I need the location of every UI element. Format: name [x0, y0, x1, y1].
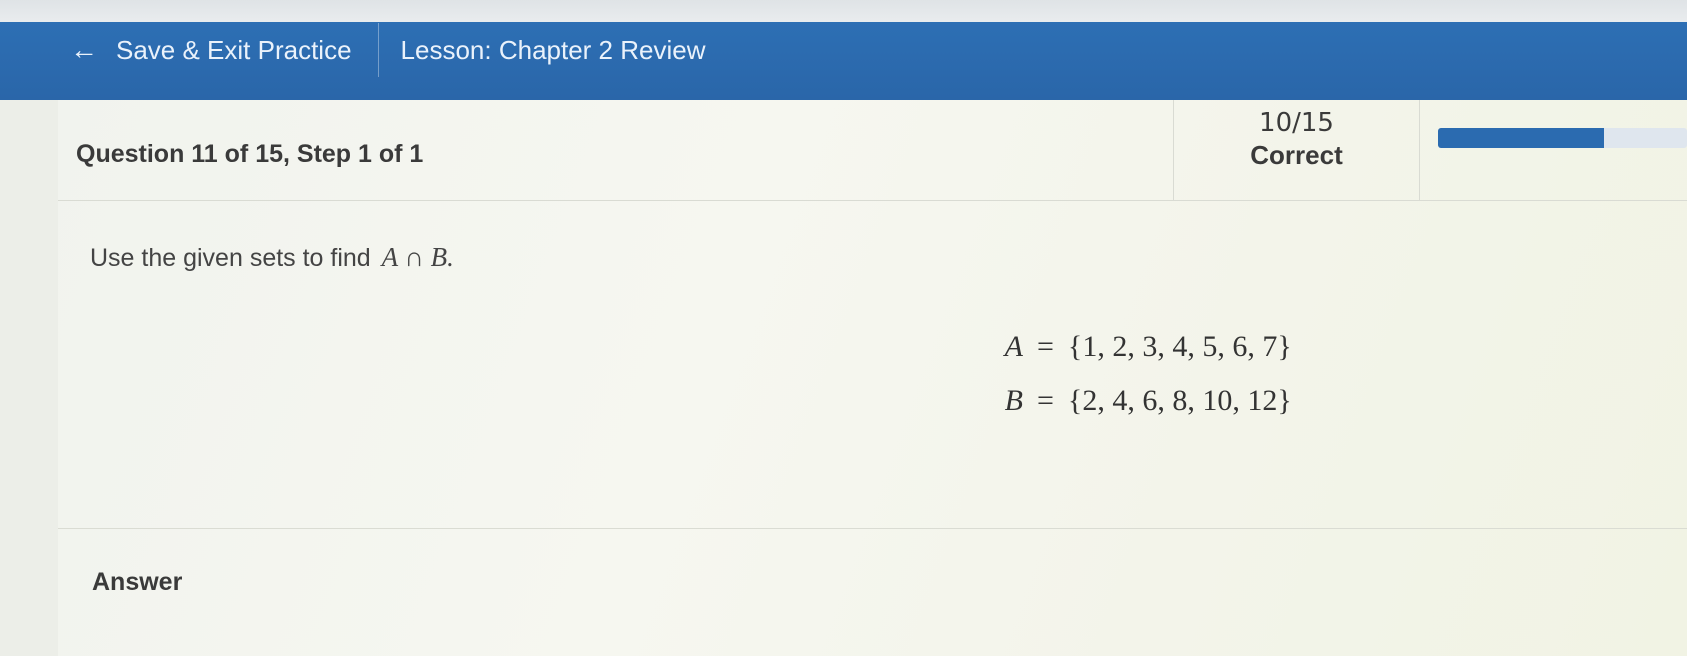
score-box: 10/15 Correct — [1173, 100, 1420, 200]
set-name: A — [1004, 330, 1023, 363]
set-name: B — [1004, 384, 1023, 417]
left-arrow-icon: ← — [70, 34, 98, 65]
question-header: Question 11 of 15, Step 1 of 1 10/15 Cor… — [58, 100, 1687, 201]
top-bar-divider — [377, 23, 379, 77]
save-exit-label: Save & Exit Practice — [116, 34, 352, 65]
question-prompt: Use the given sets to find A ∩ B. — [90, 242, 454, 273]
prompt-math: A ∩ B. — [381, 242, 454, 272]
top-bar-content: ← Save & Exit Practice Lesson: Chapter 2… — [70, 23, 706, 77]
progress-bar-fill — [1438, 128, 1604, 148]
score-label: Correct — [1250, 140, 1343, 170]
progress-bar — [1438, 128, 1687, 148]
prompt-text: Use the given sets to find — [90, 244, 371, 272]
question-panel: Question 11 of 15, Step 1 of 1 10/15 Cor… — [58, 100, 1687, 656]
question-title: Question 11 of 15, Step 1 of 1 — [76, 140, 424, 168]
score-count: 10/15 — [1259, 108, 1334, 138]
answer-label: Answer — [92, 568, 183, 596]
equals-sign: = — [1037, 384, 1054, 417]
save-exit-practice-button[interactable]: ← Save & Exit Practice — [70, 35, 352, 66]
set-row-a: A = {1, 2, 3, 4, 5, 6, 7} — [993, 320, 1292, 374]
left-gutter — [0, 100, 58, 656]
set-elements: {2, 4, 6, 8, 10, 12} — [1067, 384, 1292, 417]
set-row-b: B = {2, 4, 6, 8, 10, 12} — [993, 374, 1292, 428]
lesson-title: Lesson: Chapter 2 Review — [400, 34, 706, 65]
browser-top-strip — [0, 0, 1687, 22]
practice-top-bar: ← Save & Exit Practice Lesson: Chapter 2… — [0, 22, 1687, 100]
given-sets: A = {1, 2, 3, 4, 5, 6, 7} B = {2, 4, 6, … — [993, 320, 1292, 428]
set-elements: {1, 2, 3, 4, 5, 6, 7} — [1067, 330, 1292, 363]
equals-sign: = — [1037, 330, 1054, 363]
answer-divider — [58, 528, 1687, 529]
